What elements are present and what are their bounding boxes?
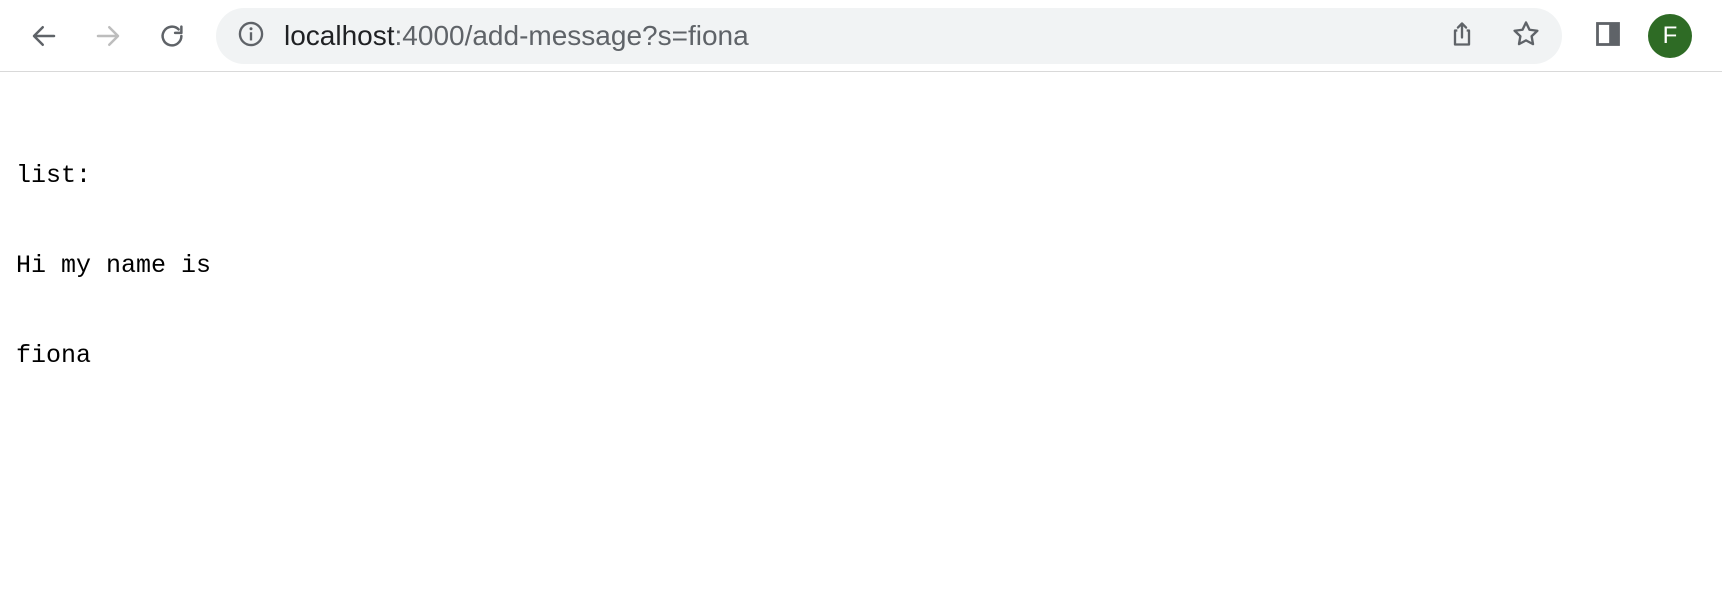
list-item: fiona xyxy=(16,341,92,370)
site-info-button[interactable] xyxy=(236,21,266,51)
arrow-right-icon xyxy=(93,21,123,51)
back-button[interactable] xyxy=(22,14,66,58)
page-content: list: Hi my name is fiona xyxy=(16,101,211,401)
star-icon xyxy=(1511,19,1541,54)
side-panel-icon xyxy=(1594,20,1622,53)
url-host: localhost xyxy=(284,20,395,51)
bookmark-button[interactable] xyxy=(1508,18,1544,54)
reload-button[interactable] xyxy=(150,14,194,58)
share-icon xyxy=(1448,20,1476,53)
url-text[interactable]: localhost:4000/add-message?s=fiona xyxy=(284,8,749,64)
list-item: Hi my name is xyxy=(16,251,212,280)
address-bar[interactable]: localhost:4000/add-message?s=fiona xyxy=(216,8,1562,64)
list-heading: list: xyxy=(16,161,92,190)
arrow-left-icon xyxy=(29,21,59,51)
share-button[interactable] xyxy=(1444,18,1480,54)
browser-toolbar: localhost:4000/add-message?s=fiona F xyxy=(0,0,1722,72)
url-path: :4000/add-message?s=fiona xyxy=(394,20,749,51)
side-panel-button[interactable] xyxy=(1588,16,1628,56)
reload-icon xyxy=(157,21,187,51)
profile-avatar[interactable]: F xyxy=(1648,14,1692,58)
forward-button[interactable] xyxy=(86,14,130,58)
info-circle-icon xyxy=(237,20,265,53)
